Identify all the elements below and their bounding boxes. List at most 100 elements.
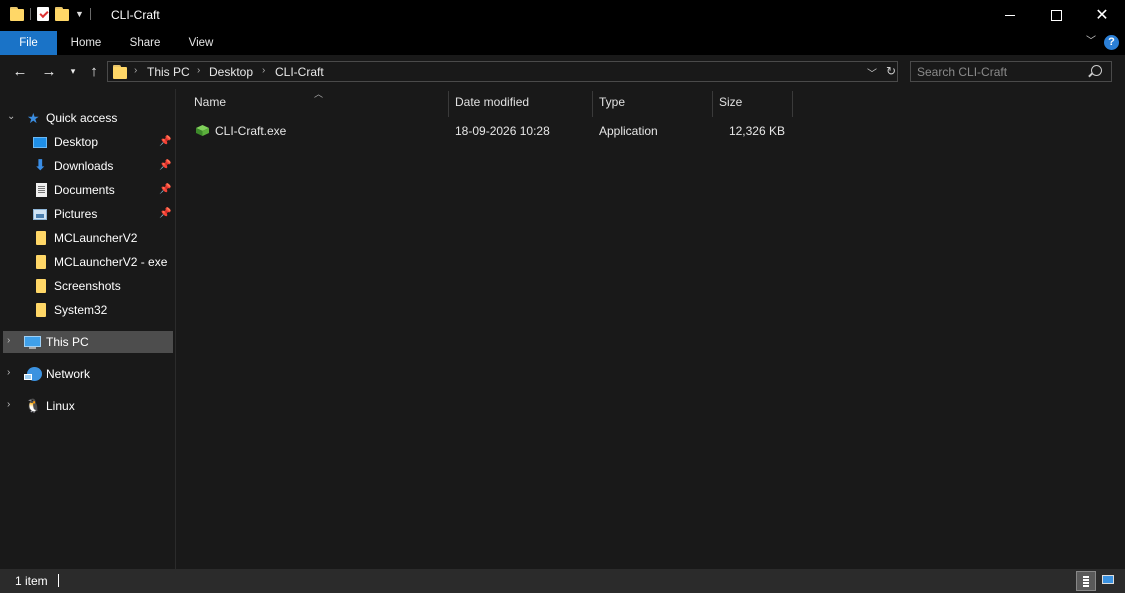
- status-bar: 1 item: [0, 569, 1125, 593]
- desktop-icon: [33, 137, 47, 148]
- folder-icon: [36, 303, 46, 317]
- file-type: Application: [599, 124, 658, 138]
- minimize-button[interactable]: [987, 0, 1033, 31]
- column-header-type[interactable]: Type: [599, 95, 625, 109]
- folder-icon: [113, 65, 127, 79]
- toolbar-separator: [89, 8, 91, 20]
- sidebar-item-system32[interactable]: System32: [0, 299, 174, 321]
- pictures-icon: [33, 209, 47, 220]
- sidebar-item-documents[interactable]: Documents 📌: [0, 179, 174, 201]
- chevron-down-icon[interactable]: ﹀: [867, 65, 877, 80]
- sidebar-item-label: Documents: [54, 183, 115, 197]
- help-icon[interactable]: ?: [1104, 35, 1119, 50]
- tab-home[interactable]: Home: [62, 31, 110, 55]
- back-button[interactable]: ←: [10, 61, 30, 81]
- column-divider[interactable]: [448, 91, 449, 117]
- chevron-down-icon[interactable]: ⌄: [7, 111, 15, 122]
- customize-toolbar-icon[interactable]: ▼: [75, 9, 84, 19]
- sidebar-item-screenshots[interactable]: Screenshots: [0, 275, 174, 297]
- window-title: CLI-Craft: [111, 8, 160, 22]
- breadcrumb-desktop[interactable]: Desktop: [209, 65, 253, 79]
- sort-ascending-icon: ︿: [314, 89, 324, 99]
- large-icons-view-button[interactable]: [1100, 573, 1116, 588]
- sidebar-item-mclauncherv2[interactable]: MCLauncherV2: [0, 227, 174, 249]
- status-separator: [58, 574, 59, 587]
- chevron-right-icon[interactable]: ›: [7, 335, 10, 346]
- sidebar-item-network[interactable]: › Network: [0, 363, 174, 385]
- breadcrumb-this-pc[interactable]: This PC: [147, 65, 190, 79]
- sidebar-item-quick-access[interactable]: ⌄ ★ Quick access: [0, 107, 174, 129]
- maximize-button[interactable]: [1033, 0, 1079, 31]
- application-icon: [196, 125, 209, 136]
- chevron-right-icon[interactable]: ›: [134, 65, 137, 76]
- new-folder-icon[interactable]: [55, 7, 69, 21]
- document-icon: [36, 183, 47, 197]
- linux-icon: 🐧: [25, 398, 42, 413]
- breadcrumb-cli-craft[interactable]: CLI-Craft: [275, 65, 324, 79]
- pin-icon[interactable]: 📌: [159, 160, 171, 171]
- maximize-icon: [1050, 10, 1062, 21]
- sidebar-item-linux[interactable]: › 🐧 Linux: [0, 395, 174, 417]
- sidebar-item-label: Desktop: [54, 135, 99, 149]
- sidebar-item-label: Pictures: [54, 207, 98, 221]
- star-icon: ★: [27, 110, 40, 126]
- sidebar-item-mclauncherv2-exe[interactable]: MCLauncherV2 - exe: [0, 251, 174, 273]
- column-divider[interactable]: [792, 91, 793, 117]
- network-icon: [24, 367, 42, 381]
- address-bar[interactable]: › This PC › Desktop › CLI-Craft ﹀ ↻: [107, 61, 898, 82]
- sidebar-item-label: Quick access: [46, 111, 118, 125]
- sidebar-item-label: MCLauncherV2: [54, 231, 138, 245]
- column-divider[interactable]: [592, 91, 593, 117]
- sidebar-item-pictures[interactable]: Pictures 📌: [0, 203, 174, 225]
- sidebar-item-label: Network: [46, 367, 91, 381]
- up-button[interactable]: ↑: [84, 61, 104, 81]
- file-name[interactable]: CLI-Craft.exe: [215, 124, 286, 138]
- column-divider[interactable]: [712, 91, 713, 117]
- expand-ribbon-icon[interactable]: ﹀: [1085, 36, 1097, 48]
- folder-icon: [10, 7, 24, 21]
- column-header-date-modified[interactable]: Date modified: [455, 95, 529, 109]
- tab-file[interactable]: File: [0, 31, 57, 55]
- navigation-bar: ← → ▾ ↑ › This PC › Desktop › CLI-Craft …: [0, 55, 1125, 89]
- details-view-button[interactable]: [1076, 571, 1096, 591]
- properties-icon[interactable]: [37, 7, 49, 21]
- download-icon: ⬇: [34, 157, 47, 174]
- ribbon: File Home Share View ﹀ ?: [0, 31, 1125, 55]
- chevron-right-icon[interactable]: ›: [7, 399, 10, 410]
- tab-view[interactable]: View: [181, 31, 221, 55]
- chevron-right-icon[interactable]: ›: [7, 367, 10, 378]
- sidebar-item-label: Linux: [46, 399, 75, 413]
- navigation-pane: ⌄ ★ Quick access Desktop 📌 ⬇ Downloads 📌…: [0, 89, 176, 569]
- close-button[interactable]: ✕: [1079, 0, 1125, 31]
- title-bar: ▼ CLI-Craft ✕: [0, 0, 1125, 31]
- refresh-icon[interactable]: ↻: [884, 64, 898, 78]
- computer-icon: [24, 336, 41, 349]
- sidebar-item-this-pc[interactable]: › This PC: [3, 331, 173, 353]
- file-size: 12,326 KB: [728, 124, 785, 138]
- close-icon: ✕: [1095, 6, 1109, 24]
- search-box[interactable]: [910, 61, 1112, 82]
- toolbar-separator: [30, 8, 31, 20]
- tab-share[interactable]: Share: [122, 31, 168, 55]
- chevron-right-icon[interactable]: ›: [262, 65, 265, 76]
- pin-icon[interactable]: 📌: [159, 208, 171, 219]
- folder-icon: [36, 279, 46, 293]
- search-input[interactable]: [917, 64, 1087, 79]
- chevron-right-icon[interactable]: ›: [197, 65, 200, 76]
- folder-icon: [36, 231, 46, 245]
- sidebar-item-label: Downloads: [54, 159, 114, 173]
- sidebar-item-label: System32: [54, 303, 108, 317]
- column-header-name[interactable]: Name: [194, 95, 226, 109]
- recent-locations-button[interactable]: ▾: [64, 61, 82, 81]
- folder-icon: [36, 255, 46, 269]
- sidebar-item-label: MCLauncherV2 - exe: [54, 255, 168, 269]
- pin-icon[interactable]: 📌: [159, 136, 171, 147]
- sidebar-item-desktop[interactable]: Desktop 📌: [0, 131, 174, 153]
- forward-button[interactable]: →: [39, 61, 59, 81]
- search-icon[interactable]: [1091, 65, 1102, 76]
- file-date-modified: 18-09-2026 10:28: [455, 124, 550, 138]
- sidebar-item-downloads[interactable]: ⬇ Downloads 📌: [0, 155, 174, 177]
- file-list: ︿ Name Date modified Type Size CLI-Craft…: [176, 89, 1125, 569]
- pin-icon[interactable]: 📌: [159, 184, 171, 195]
- column-header-size[interactable]: Size: [719, 95, 742, 109]
